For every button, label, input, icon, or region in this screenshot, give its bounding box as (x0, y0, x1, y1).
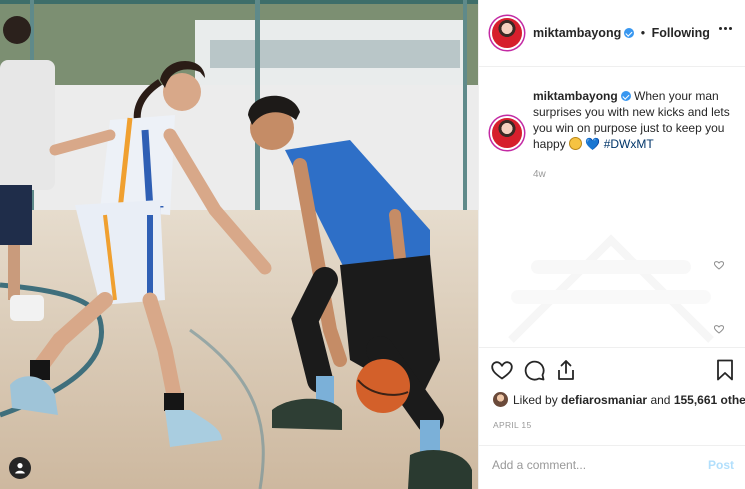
likes-count[interactable]: 155,661 others (674, 393, 745, 407)
comment-like-heart-icon[interactable] (714, 324, 724, 334)
comment-like-heart-icon[interactable] (714, 260, 724, 270)
bookmark-icon (717, 359, 733, 381)
faded-comments-watermark (508, 234, 714, 343)
instagram-post: ST (0, 0, 745, 489)
comment-button[interactable] (523, 359, 545, 381)
heart-icon (491, 361, 513, 380)
caption-text: miktambayong When your man surprises you… (533, 88, 733, 152)
caption-verified-badge-icon (620, 91, 631, 101)
share-icon (558, 360, 574, 380)
user-icon (15, 463, 25, 474)
post-sidebar: miktambayong • Following miktambayong Wh… (478, 0, 745, 489)
likes-summary: Liked by defiarosmaniar and 155,661 othe… (493, 392, 745, 407)
liker-avatar[interactable] (493, 392, 508, 407)
post-photo[interactable]: ST (0, 0, 478, 489)
separator-dot: • (640, 26, 646, 40)
author-avatar[interactable] (492, 18, 522, 48)
following-button[interactable]: Following (652, 26, 710, 40)
comment-bubble-icon (524, 360, 545, 381)
share-button[interactable] (555, 359, 577, 381)
caption-timestamp[interactable]: 4w (533, 169, 546, 180)
grinning-face-emoji-icon (569, 137, 583, 150)
post-comment-button[interactable]: Post (708, 458, 734, 472)
add-comment-section: Post (479, 445, 745, 486)
post-header: miktambayong • Following (479, 0, 745, 67)
save-button[interactable] (714, 359, 736, 381)
liked-by-label: Liked by (513, 392, 558, 407)
post-date[interactable]: APRIL 15 (493, 420, 531, 430)
caption-username[interactable]: miktambayong (533, 89, 618, 103)
more-options-icon[interactable] (719, 27, 732, 30)
hashtag-link[interactable]: #DWxMT (604, 137, 654, 151)
user-tags-button[interactable] (9, 457, 31, 479)
caption-author-avatar[interactable] (492, 118, 522, 148)
post-actions: Liked by defiarosmaniar and 155,661 othe… (479, 347, 745, 486)
likes-and-label: and (650, 392, 671, 407)
author-username[interactable]: miktambayong (533, 26, 621, 40)
verified-badge-icon (624, 28, 635, 38)
liker-username[interactable]: defiarosmaniar (561, 393, 647, 407)
blue-heart-emoji: 💙 (585, 137, 601, 151)
basketball-court-photo: ST (0, 0, 478, 489)
comment-input[interactable] (492, 458, 692, 472)
like-button[interactable] (491, 359, 513, 381)
header-user-line: miktambayong • Following (533, 26, 710, 40)
